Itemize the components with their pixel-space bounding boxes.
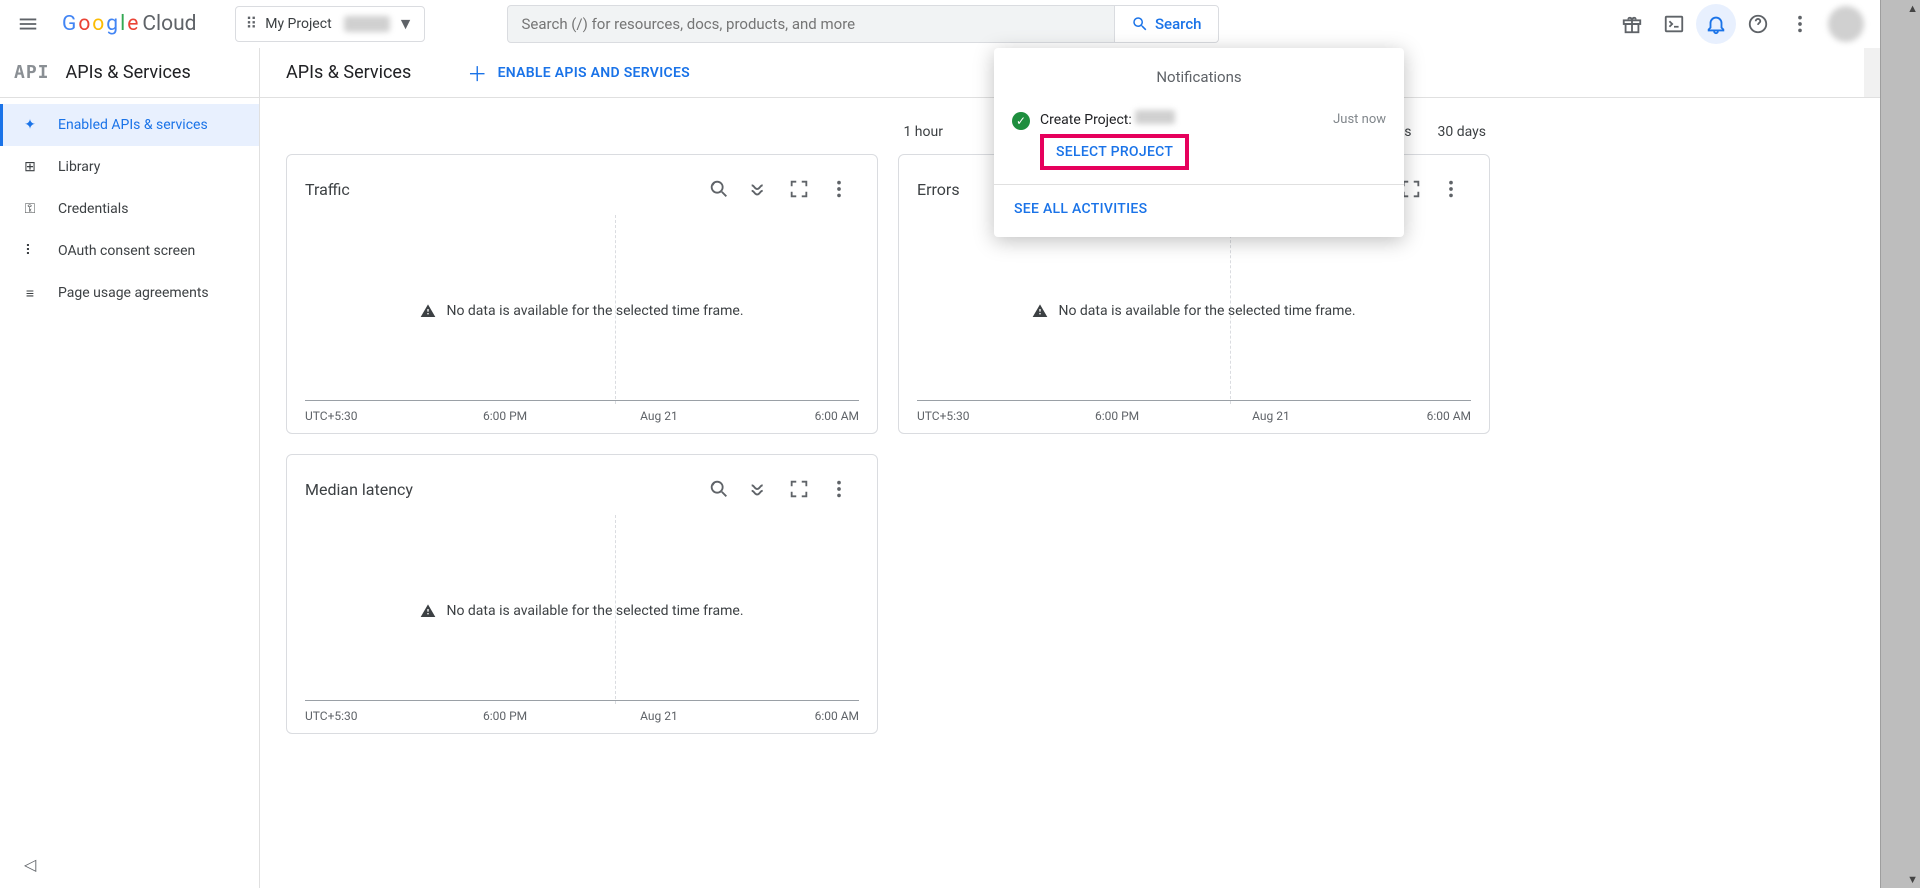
search-button[interactable]: Search	[1114, 6, 1218, 42]
page-title: APIs & Services	[286, 62, 411, 83]
zoom-reset-icon[interactable]	[699, 169, 739, 209]
x-axis: UTC+5:306:00 PMAug 216:00 AM	[295, 403, 869, 423]
zoom-reset-icon[interactable]	[699, 469, 739, 509]
section-title: APIs & Services	[66, 62, 191, 83]
notifications-title: Notifications	[994, 48, 1404, 102]
card-more-icon[interactable]	[819, 169, 859, 209]
card-title: Median latency	[305, 480, 699, 499]
card-median-latency: Median latency No data is available for …	[286, 454, 878, 734]
key-icon: ⚿	[20, 201, 40, 217]
sidenav-item-enabled-apis[interactable]: ✦ Enabled APIs & services	[0, 104, 259, 146]
topbar: Google Cloud ⠿ My Project ▼ Search	[0, 0, 1920, 48]
enabled-apis-icon: ✦	[20, 117, 40, 133]
x-axis: UTC+5:306:00 PMAug 216:00 AM	[295, 703, 869, 723]
sidenav-item-usage-agreements[interactable]: ≡ Page usage agreements	[0, 272, 259, 314]
notification-text: Create Project:	[1040, 112, 1132, 128]
notification-project-redacted	[1135, 110, 1175, 124]
time-range-1h[interactable]: 1 hour	[903, 124, 943, 140]
plus-icon: ＋	[467, 58, 487, 87]
legend-icon[interactable]	[739, 469, 779, 509]
outer-scrollbar[interactable]: ▲▼	[1880, 0, 1920, 888]
caret-down-icon: ▼	[398, 14, 414, 34]
google-cloud-logo[interactable]: Google Cloud	[56, 12, 203, 36]
see-all-activities-button[interactable]: SEE ALL ACTIVITIES	[994, 185, 1404, 233]
project-name-redacted	[344, 16, 390, 32]
agreements-icon: ≡	[20, 285, 40, 302]
consent-icon: ⠇	[20, 243, 40, 259]
account-avatar[interactable]	[1828, 6, 1864, 42]
no-data-label: No data is available for the selected ti…	[917, 303, 1471, 319]
time-range-30d[interactable]: 30 days	[1438, 124, 1486, 140]
sidenav-item-library[interactable]: ⊞ Library	[0, 146, 259, 188]
api-logo: API	[14, 62, 50, 83]
card-more-icon[interactable]	[819, 469, 859, 509]
sidenav: ✦ Enabled APIs & services ⊞ Library ⚿ Cr…	[0, 98, 260, 888]
project-name: My Project	[265, 16, 333, 32]
fullscreen-icon[interactable]	[779, 169, 819, 209]
project-picker[interactable]: ⠿ My Project ▼	[235, 6, 425, 42]
card-more-icon[interactable]	[1431, 169, 1471, 209]
sidenav-item-oauth[interactable]: ⠇ OAuth consent screen	[0, 230, 259, 272]
fullscreen-icon[interactable]	[779, 469, 819, 509]
legend-icon[interactable]	[739, 169, 779, 209]
chart-traffic: No data is available for the selected ti…	[305, 221, 859, 401]
notification-item[interactable]: ✓ Create Project: Just now SELECT PROJEC…	[994, 102, 1404, 185]
card-traffic: Traffic No data is available for the sel…	[286, 154, 878, 434]
nav-menu-icon[interactable]	[8, 4, 48, 44]
more-vert-icon[interactable]	[1780, 4, 1820, 44]
gift-icon[interactable]	[1612, 4, 1652, 44]
subheader: API APIs & Services APIs & Services ＋ EN…	[0, 48, 1920, 98]
notification-time: Just now	[1333, 112, 1386, 127]
collapse-sidenav-icon[interactable]: ◁	[24, 855, 36, 874]
no-data-label: No data is available for the selected ti…	[305, 303, 859, 319]
notifications-icon[interactable]	[1696, 4, 1736, 44]
select-project-button[interactable]: SELECT PROJECT	[1040, 134, 1189, 170]
notifications-panel: Notifications ✓ Create Project: Just now…	[994, 48, 1404, 237]
cloud-shell-icon[interactable]	[1654, 4, 1694, 44]
chart-errors: No data is available for the selected ti…	[917, 221, 1471, 401]
chart-latency: No data is available for the selected ti…	[305, 521, 859, 701]
search-input[interactable]	[508, 15, 1114, 33]
card-title: Traffic	[305, 180, 699, 199]
sidenav-item-credentials[interactable]: ⚿ Credentials	[0, 188, 259, 230]
searchbar: Search	[507, 5, 1219, 43]
x-axis: UTC+5:306:00 PMAug 216:00 AM	[907, 403, 1481, 423]
library-icon: ⊞	[20, 159, 40, 175]
topbar-actions	[1612, 4, 1912, 44]
success-check-icon: ✓	[1012, 112, 1030, 130]
no-data-label: No data is available for the selected ti…	[305, 603, 859, 619]
help-icon[interactable]	[1738, 4, 1778, 44]
enable-apis-button[interactable]: ＋ ENABLE APIS AND SERVICES	[467, 58, 690, 87]
